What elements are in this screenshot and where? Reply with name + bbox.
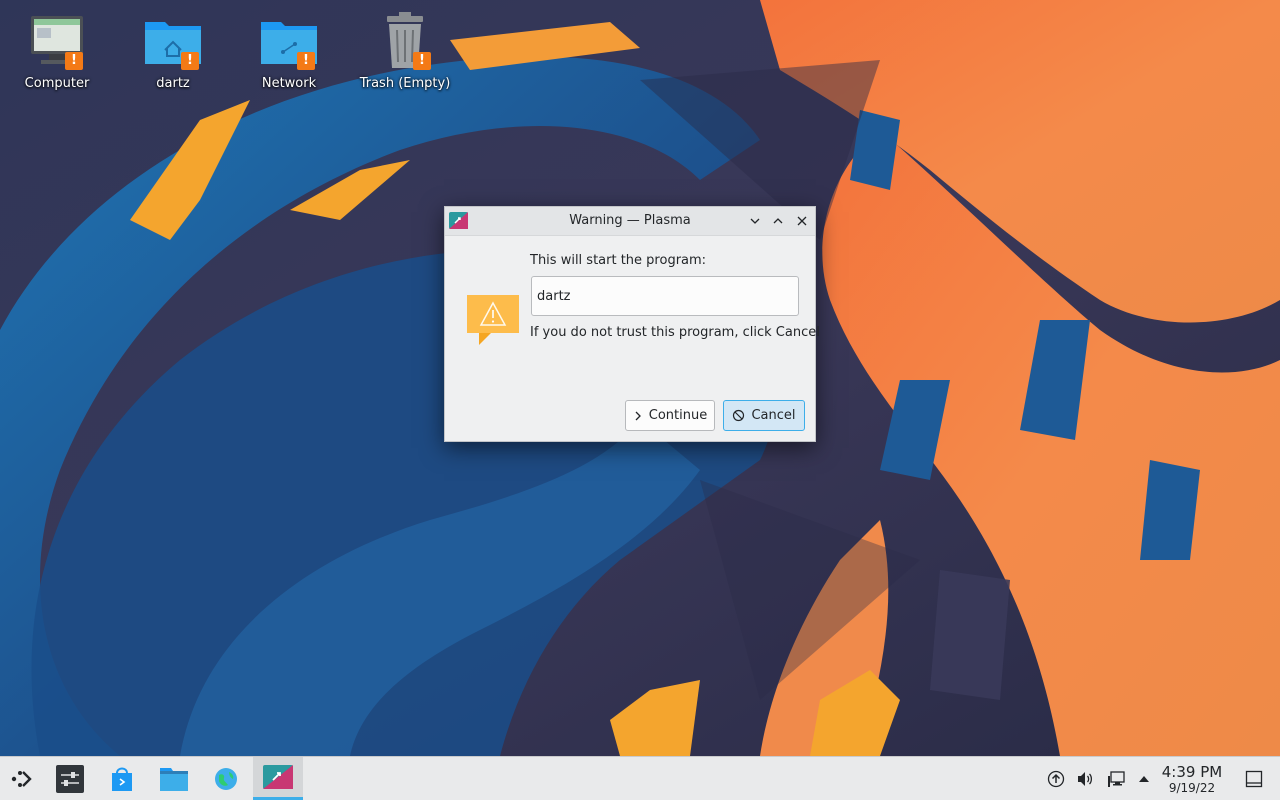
minimize-button[interactable] bbox=[745, 211, 765, 231]
warning-dialog: Warning — Plasma This will start the pro… bbox=[444, 206, 820, 442]
expand-tray-button[interactable] bbox=[1134, 769, 1154, 789]
application-launcher-button[interactable] bbox=[4, 757, 40, 800]
clock-time: 4:39 PM bbox=[1161, 763, 1223, 781]
digital-clock[interactable]: 4:39 PM 9/19/22 bbox=[1156, 763, 1228, 795]
clock-date: 9/19/22 bbox=[1168, 781, 1216, 795]
continue-button[interactable]: Continue bbox=[625, 400, 715, 431]
volume-tray-button[interactable] bbox=[1075, 769, 1095, 789]
taskbar: 4:39 PM 9/19/22 bbox=[0, 756, 1280, 800]
desktop-icon-trash[interactable]: ! Trash (Empty) bbox=[350, 10, 460, 92]
desktop-icon-home[interactable]: ! dartz bbox=[118, 10, 228, 92]
desktop-icon-network[interactable]: ! Network bbox=[234, 10, 344, 92]
network-tray-button[interactable] bbox=[1106, 769, 1126, 789]
show-desktop-button[interactable] bbox=[1244, 769, 1264, 789]
home-folder-icon: ! bbox=[141, 10, 205, 74]
network-folder-icon: ! bbox=[257, 10, 321, 74]
application-launcher-icon bbox=[11, 770, 32, 787]
desktop-icon-computer[interactable]: ! Computer bbox=[2, 10, 112, 92]
continue-label: Continue bbox=[648, 408, 708, 423]
warning-badge: ! bbox=[181, 52, 199, 70]
web-browser-icon bbox=[215, 767, 237, 790]
web-browser-launcher[interactable] bbox=[206, 757, 246, 800]
updates-icon bbox=[1047, 770, 1065, 788]
computer-icon: ! bbox=[25, 10, 89, 74]
chevron-up-icon bbox=[773, 218, 783, 224]
warning-badge: ! bbox=[413, 52, 431, 70]
desktop-icon-label: Computer bbox=[24, 76, 90, 91]
volume-icon bbox=[1078, 772, 1093, 786]
dialog-titlebar[interactable]: Warning — Plasma bbox=[445, 207, 815, 236]
close-icon bbox=[797, 216, 807, 226]
chevron-down-icon bbox=[750, 218, 760, 224]
maximize-button[interactable] bbox=[768, 211, 788, 231]
system-settings-launcher[interactable] bbox=[50, 757, 90, 800]
warning-icon bbox=[465, 291, 521, 347]
taskbar-task-plasma-warning[interactable] bbox=[253, 757, 303, 800]
desktop-icon-label: Trash (Empty) bbox=[359, 76, 451, 91]
trash-icon: ! bbox=[373, 10, 437, 74]
desktop-icon-label: Network bbox=[261, 76, 317, 91]
dolphin-icon bbox=[160, 767, 188, 791]
system-settings-icon bbox=[56, 764, 84, 793]
discover-icon bbox=[112, 767, 132, 791]
expand-tray-icon bbox=[1139, 776, 1149, 782]
dialog-hint: If you do not trust this program, click … bbox=[530, 325, 820, 340]
plasma-app-icon bbox=[263, 765, 293, 789]
chevron-right-icon bbox=[635, 411, 641, 420]
dolphin-launcher[interactable] bbox=[154, 757, 194, 800]
dialog-prompt: This will start the program: bbox=[530, 253, 707, 268]
show-desktop-icon bbox=[1245, 770, 1263, 788]
cancel-label: Cancel bbox=[751, 408, 796, 423]
network-icon bbox=[1108, 771, 1125, 787]
close-button[interactable] bbox=[792, 211, 812, 231]
cancel-button[interactable]: Cancel bbox=[723, 400, 805, 431]
desktop-icon-label: dartz bbox=[156, 76, 190, 91]
updates-tray-button[interactable] bbox=[1046, 769, 1066, 789]
discover-launcher[interactable] bbox=[102, 757, 142, 800]
cancel-icon bbox=[733, 409, 745, 422]
warning-badge: ! bbox=[65, 52, 83, 70]
program-field[interactable] bbox=[531, 276, 799, 316]
warning-badge: ! bbox=[297, 52, 315, 70]
